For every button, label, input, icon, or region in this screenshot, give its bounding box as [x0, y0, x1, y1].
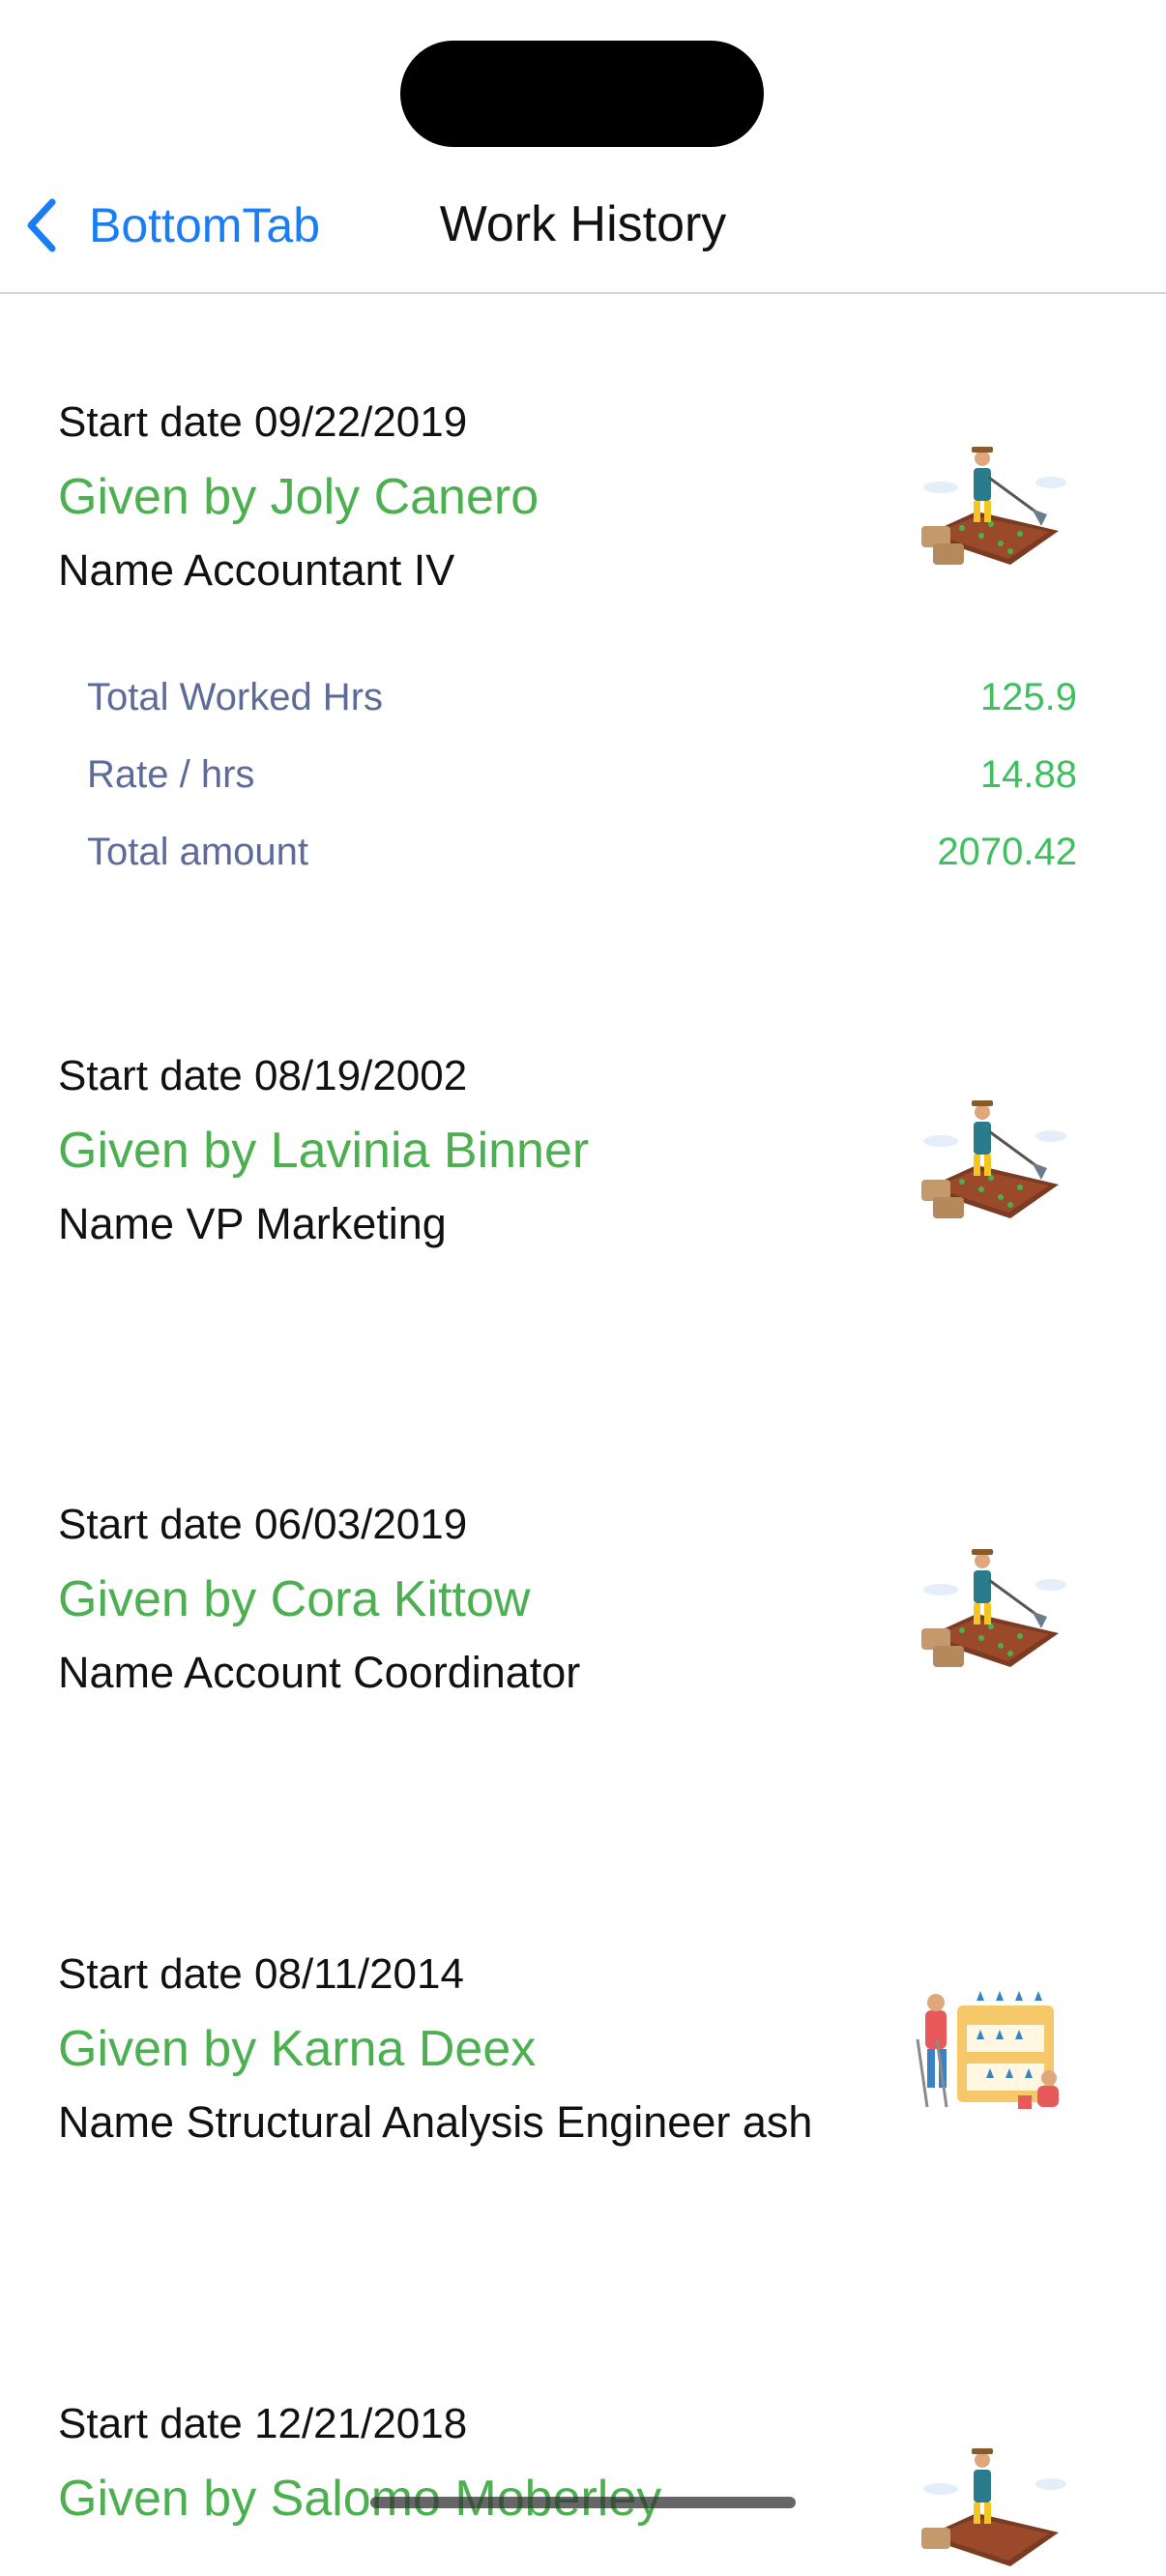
job-name: Name Account Coordinator: [58, 1648, 581, 1697]
stat-row-total-amount: Total amount 2070.42: [87, 831, 1077, 908]
start-date: Start date 06/03/2019: [58, 1501, 468, 1548]
stat-row-total-hours: Total Worked Hrs 125.9: [87, 676, 1077, 753]
navigation-bar: BottomTab Work History: [0, 164, 1166, 294]
given-by: Given by Cora Kittow: [58, 1571, 531, 1627]
farmer-field-illustration: [921, 1549, 1066, 1667]
gardeners-shelf-illustration: [916, 1991, 1059, 2109]
home-indicator[interactable]: [370, 2497, 796, 2508]
work-stats: Total Worked Hrs 125.9 Rate / hrs 14.88 …: [87, 676, 1077, 908]
dynamic-island: [400, 41, 764, 147]
stat-label: Total amount: [87, 831, 309, 873]
job-name: Name Accountant IV: [58, 545, 455, 595]
start-date: Start date 08/11/2014: [58, 1950, 464, 1998]
start-date: Start date 09/22/2019: [58, 398, 468, 446]
job-name: Name Structural Analysis Engineer ash: [58, 2097, 813, 2147]
farmer-field-illustration: [921, 447, 1066, 565]
stat-row-rate: Rate / hrs 14.88: [87, 753, 1077, 831]
given-by: Given by Joly Canero: [58, 469, 539, 525]
farmer-field-illustration: [921, 1100, 1066, 1218]
stat-value: 14.88: [979, 753, 1077, 796]
farmer-field-illustration: [921, 2448, 1066, 2566]
given-by: Given by Karna Deex: [58, 2021, 537, 2077]
given-by: Given by Lavinia Binner: [58, 1123, 590, 1179]
page-title: Work History: [439, 196, 727, 252]
start-date: Start date 08/19/2002: [58, 1052, 468, 1099]
start-date: Start date 12/21/2018: [58, 2400, 468, 2447]
stat-label: Rate / hrs: [87, 753, 255, 796]
job-name: Name VP Marketing: [58, 1199, 447, 1248]
stat-label: Total Worked Hrs: [87, 676, 384, 718]
stat-value: 125.9: [979, 676, 1077, 718]
stat-value: 2070.42: [937, 831, 1077, 873]
